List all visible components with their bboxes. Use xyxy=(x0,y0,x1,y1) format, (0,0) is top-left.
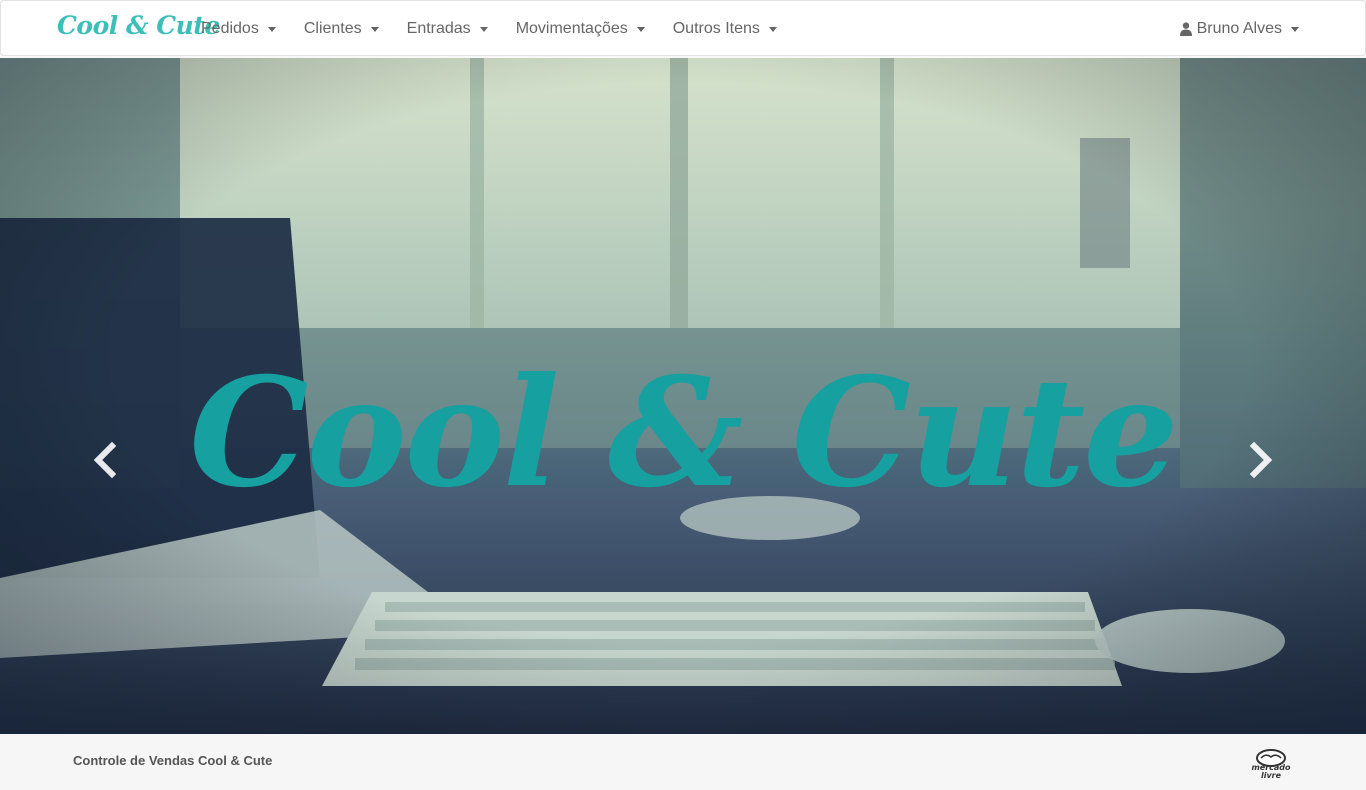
hero-carousel: Cool & Cute xyxy=(0,58,1366,734)
nav-item-movimentacoes[interactable]: Movimentações xyxy=(502,1,659,57)
navbar: Cool & Cute Pedidos Clientes Entradas Mo… xyxy=(0,0,1366,56)
footer-text: Controle de Vendas Cool & Cute xyxy=(73,753,273,768)
nav-item-entradas[interactable]: Entradas xyxy=(393,1,502,57)
nav-item-label: Pedidos xyxy=(201,20,259,37)
caret-down-icon xyxy=(1291,26,1299,32)
user-name: Bruno Alves xyxy=(1196,20,1282,37)
footer-logo-text: mercado livre xyxy=(1251,763,1291,780)
caret-down-icon xyxy=(267,26,276,32)
chevron-left-icon[interactable] xyxy=(86,438,126,482)
nav-item-label: Outros Itens xyxy=(672,20,760,37)
user-icon xyxy=(1179,22,1192,36)
caret-down-icon xyxy=(636,26,645,32)
nav-item-pedidos[interactable]: Pedidos xyxy=(187,1,290,57)
nav-menu: Pedidos Clientes Entradas Movimentações … xyxy=(187,1,791,57)
nav-item-outros-itens[interactable]: Outros Itens xyxy=(659,1,791,57)
hero-headline: Cool & Cute xyxy=(189,345,1179,521)
user-menu[interactable]: Bruno Alves xyxy=(1179,1,1299,57)
nav-item-label: Entradas xyxy=(406,20,471,37)
caret-down-icon xyxy=(370,26,379,32)
nav-item-label: Movimentações xyxy=(515,20,628,37)
nav-item-label: Clientes xyxy=(303,20,362,37)
caret-down-icon xyxy=(768,26,777,32)
footer: Controle de Vendas Cool & Cute xyxy=(0,734,1366,790)
chevron-right-icon[interactable] xyxy=(1240,438,1280,482)
nav-item-clientes[interactable]: Clientes xyxy=(290,1,393,57)
caret-down-icon xyxy=(479,26,488,32)
